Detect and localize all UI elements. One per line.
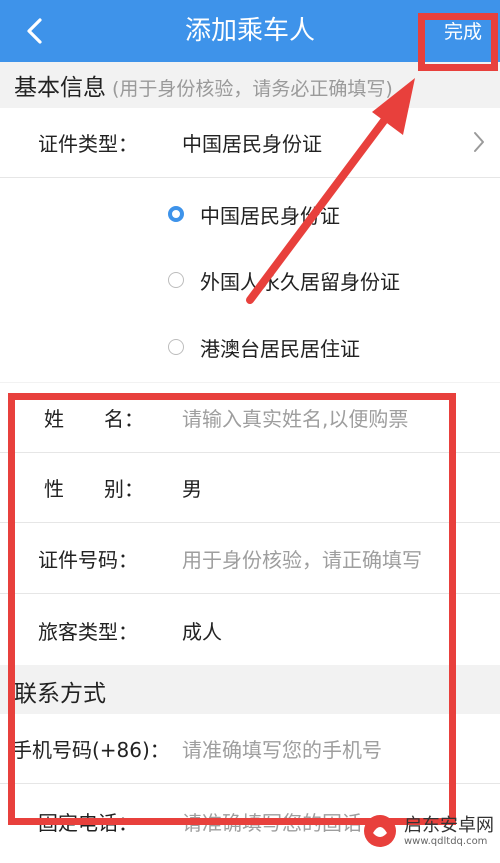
- watermark-url: www.qdltdq.com: [404, 835, 488, 847]
- annotation-arrow: [246, 78, 415, 304]
- watermark-text: 启东安卓网: [404, 814, 494, 836]
- arrow-shaft: [246, 106, 396, 304]
- watermark-logo-icon: [364, 815, 396, 847]
- watermark-text-block: 启东安卓网 www.qdltdq.com: [404, 814, 494, 847]
- watermark: 启东安卓网 www.qdltdq.com: [344, 807, 494, 855]
